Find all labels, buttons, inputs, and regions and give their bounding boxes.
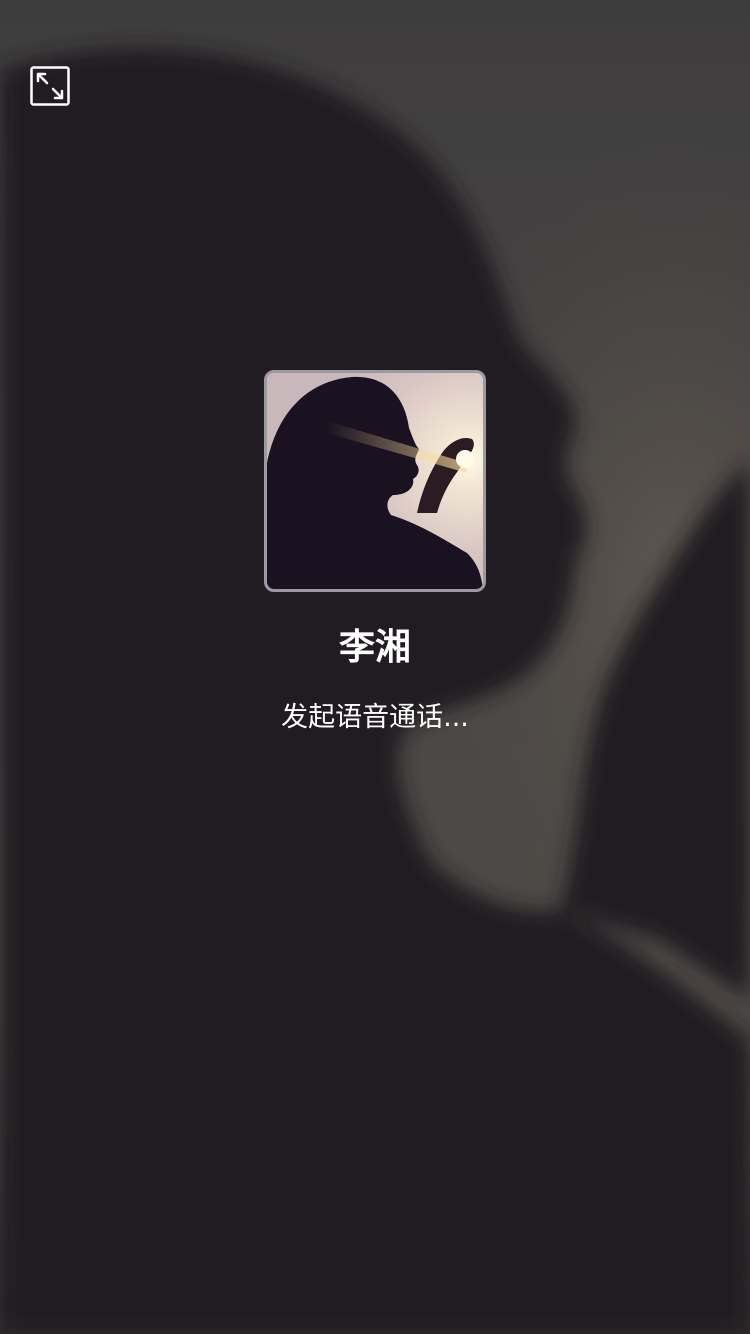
voice-call-screen: 李湘 发起语音通话... (0, 0, 750, 1334)
call-status-text: 发起语音通话... (281, 702, 469, 733)
caller-avatar (264, 370, 486, 592)
minimize-button[interactable] (30, 66, 70, 106)
minimize-window-icon (30, 66, 70, 106)
caller-name: 李湘 (338, 627, 411, 668)
